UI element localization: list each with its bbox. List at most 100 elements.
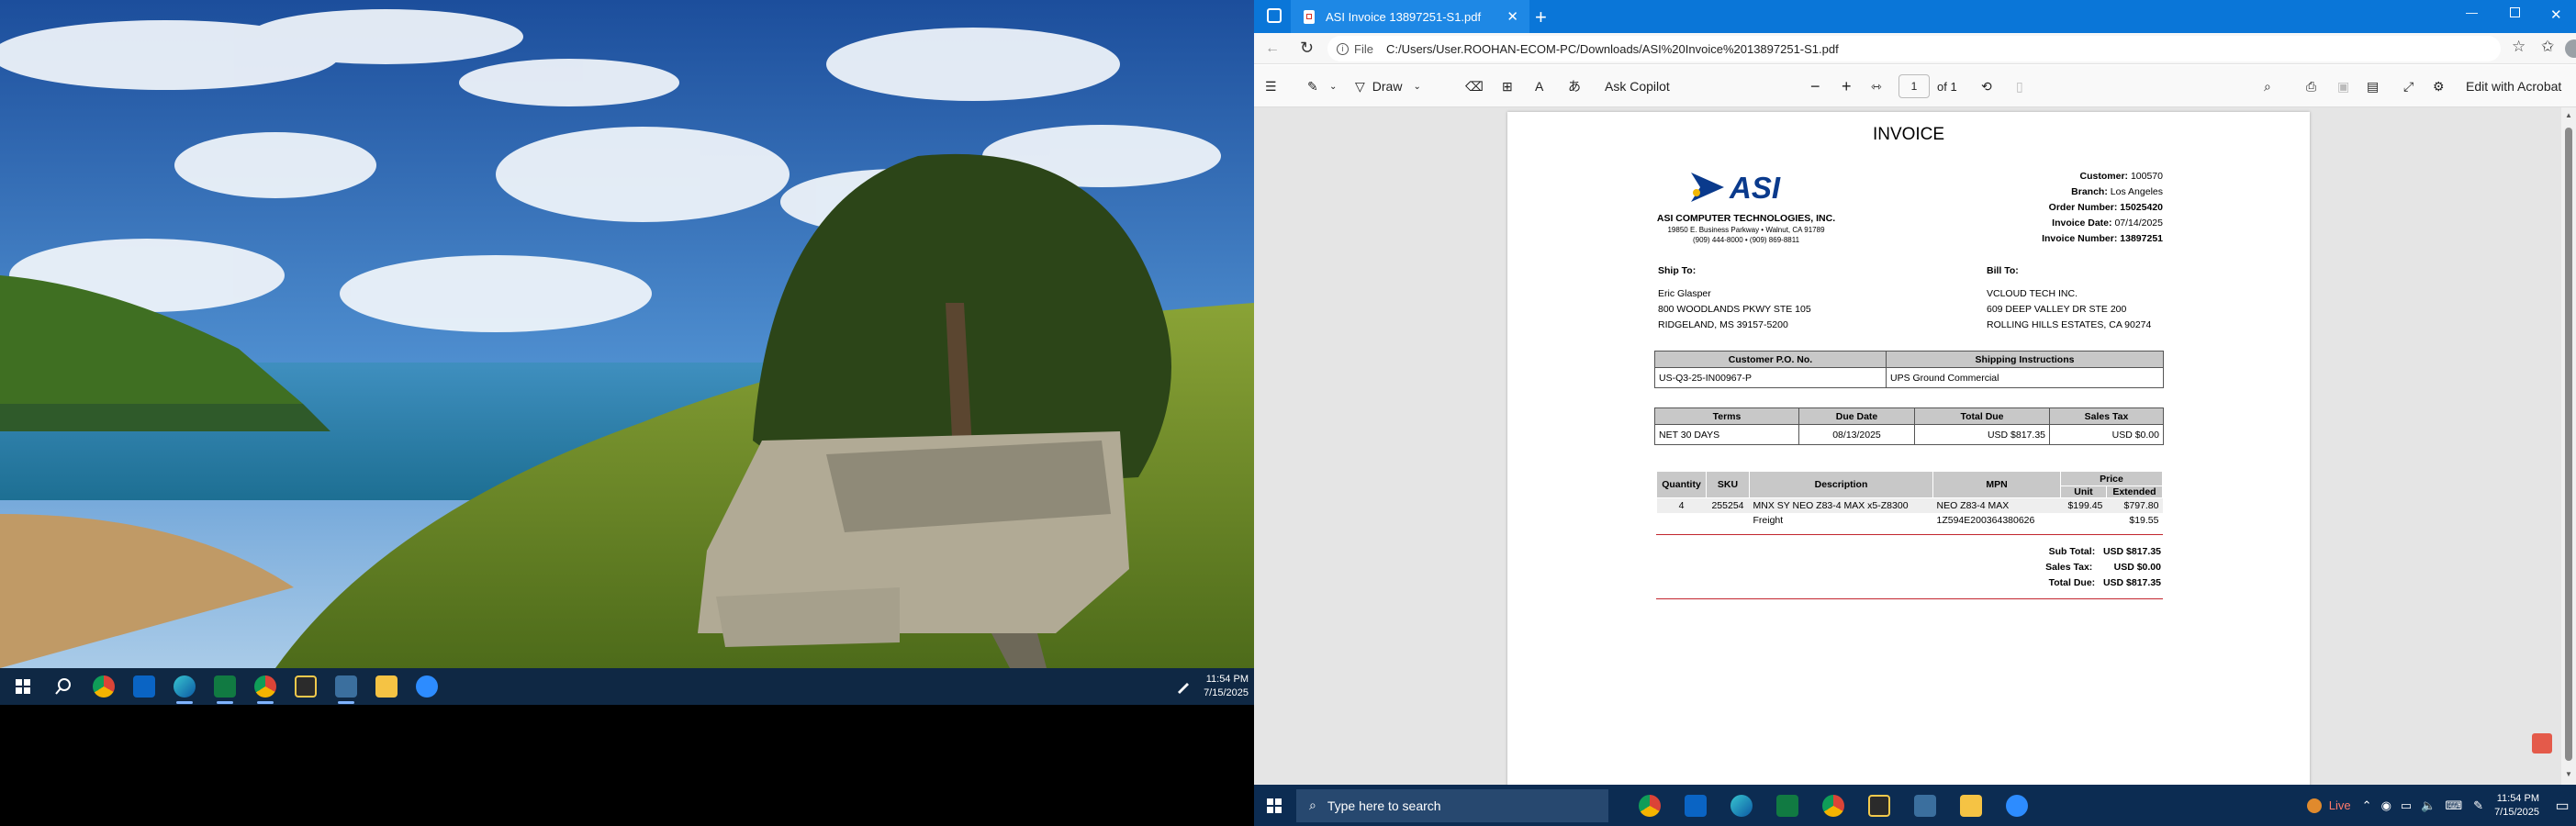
edge-icon[interactable] xyxy=(1719,794,1764,817)
red-divider-top xyxy=(1656,534,2163,535)
close-window-icon[interactable]: ✕ xyxy=(2550,6,2562,23)
right-monitor: ASI Invoice 13897251-S1.pdf ✕ + — ✕ ← ↻ … xyxy=(1254,0,2576,826)
items-table: Quantity SKU Description MPN Price Unit E… xyxy=(1656,471,2164,528)
highlight-icon[interactable]: ✎ xyxy=(1307,65,1318,107)
left-taskbar: 11:54 PM 7/15/2025 xyxy=(0,668,1254,705)
chrome-icon[interactable] xyxy=(1627,794,1673,817)
page-number-input[interactable]: 1 xyxy=(1898,74,1930,98)
contents-icon[interactable]: ☰ xyxy=(1265,65,1277,107)
left-clock[interactable]: 11:54 PM 7/15/2025 xyxy=(1204,673,1249,700)
draw-dropdown-icon[interactable]: ⌄ xyxy=(1413,82,1420,92)
salestax-value: USD $0.00 xyxy=(2113,562,2161,573)
ship-instr-value: UPS Ground Commercial xyxy=(1886,367,2164,388)
draw-button[interactable]: ▽ Draw ⌄ xyxy=(1355,65,1421,107)
ship-to-line: Eric Glasper xyxy=(1658,288,1711,299)
asi-logo: ASI xyxy=(1689,171,1809,206)
restore-icon[interactable] xyxy=(2510,7,2520,17)
pen-icon[interactable] xyxy=(1163,668,1204,705)
search-in-pdf-icon[interactable]: ⌕ xyxy=(2264,65,2271,107)
right-clock[interactable]: 11:54 PM 7/15/2025 xyxy=(2494,792,2539,820)
terms-header: Terms xyxy=(1654,407,1799,425)
sticky-notes-icon[interactable] xyxy=(1856,794,1902,817)
zoom-icon[interactable] xyxy=(407,668,447,705)
address-bar-row: ← ↻ i File C:/Users/User.ROOHAN-ECOM-PC/… xyxy=(1254,33,2576,64)
favorite-star-icon[interactable]: ☆ xyxy=(2512,38,2526,56)
order-value: 15025420 xyxy=(2120,202,2163,213)
ship-instr-header: Shipping Instructions xyxy=(1886,351,2164,368)
outlook-icon[interactable] xyxy=(124,668,164,705)
print-icon[interactable]: ⎙ xyxy=(2306,65,2316,107)
weather-widget[interactable]: Live xyxy=(2306,798,2351,813)
address-field[interactable]: i File C:/Users/User.ROOHAN-ECOM-PC/Down… xyxy=(1327,36,2501,61)
calculator-icon[interactable] xyxy=(1902,794,1948,817)
excel-icon[interactable] xyxy=(1764,794,1810,817)
branch-label: Branch: xyxy=(2071,186,2108,197)
save-as-icon[interactable]: ▤ xyxy=(2367,65,2379,107)
taskbar-search-box[interactable]: ⌕ Type here to search xyxy=(1296,788,1608,822)
start-icon[interactable] xyxy=(1254,798,1294,813)
start-icon[interactable] xyxy=(3,668,43,705)
new-tab-icon[interactable]: + xyxy=(1535,6,1547,29)
po-shipping-table: Customer P.O. No. Shipping Instructions U… xyxy=(1654,351,2164,388)
refresh-icon[interactable]: ↻ xyxy=(1300,39,1314,58)
chrome-profile-icon[interactable] xyxy=(1810,794,1856,817)
add-text-icon[interactable]: ⊞ xyxy=(1502,65,1513,107)
minimize-icon[interactable]: — xyxy=(2466,6,2478,19)
eraser-icon[interactable]: ⌫ xyxy=(1465,65,1484,107)
edge-icon[interactable] xyxy=(164,668,205,705)
excel-icon[interactable] xyxy=(205,668,245,705)
totals-block: Sub Total: USD $817.35 Sales Tax: USD $0… xyxy=(2045,544,2161,591)
chrome-profile-icon[interactable] xyxy=(245,668,286,705)
sku-header: SKU xyxy=(1706,471,1750,498)
profile-avatar[interactable] xyxy=(2565,39,2576,58)
file-explorer-icon[interactable] xyxy=(1948,794,1994,817)
chrome-icon[interactable] xyxy=(84,668,124,705)
fit-page-icon[interactable]: ⇿ xyxy=(1871,65,1882,107)
item-desc: Freight xyxy=(1749,512,1933,528)
close-tab-icon[interactable]: ✕ xyxy=(1506,8,1518,25)
draw-icon: ▽ xyxy=(1355,78,1365,94)
company-address: 19850 E. Business Parkway • Walnut, CA 9… xyxy=(1667,226,1825,234)
info-icon[interactable]: i xyxy=(1337,42,1349,55)
qty-header: Quantity xyxy=(1656,471,1707,498)
calculator-icon[interactable] xyxy=(326,668,366,705)
back-icon[interactable]: ← xyxy=(1265,40,1280,57)
zoom-icon[interactable] xyxy=(1994,794,2040,817)
network-icon[interactable]: ◉ xyxy=(2381,798,2391,813)
right-clock-date: 7/15/2025 xyxy=(2494,806,2539,818)
page-view-icon[interactable]: ▯ xyxy=(2016,65,2023,107)
edit-with-acrobat-button[interactable]: Edit with Acrobat xyxy=(2466,65,2561,107)
rotate-icon[interactable]: ⟲ xyxy=(1981,65,1992,107)
sticky-notes-icon[interactable] xyxy=(286,668,326,705)
show-hidden-icons[interactable]: ⌃ xyxy=(2362,798,2372,813)
pen-icon[interactable]: ✎ xyxy=(2473,798,2483,813)
display-icon[interactable]: ▭ xyxy=(2401,798,2412,813)
scroll-down-icon[interactable]: ▼ xyxy=(2565,770,2572,778)
highlight-dropdown-icon[interactable]: ⌄ xyxy=(1329,65,1337,107)
zoom-in-icon[interactable]: + xyxy=(1842,65,1852,107)
read-aloud-icon[interactable]: A xyxy=(1535,65,1543,107)
notifications-icon[interactable]: ▭ xyxy=(2548,785,2576,826)
settings-icon[interactable]: ⚙ xyxy=(2433,65,2445,107)
volume-icon[interactable]: 🔈 xyxy=(2421,798,2436,813)
zoom-out-icon[interactable]: − xyxy=(1810,65,1820,107)
language-icon[interactable]: ⌨ xyxy=(2445,798,2462,813)
favorites-icon[interactable]: ✩ xyxy=(2541,38,2554,56)
totaldue-value: USD $817.35 xyxy=(2102,577,2161,588)
outlook-icon[interactable] xyxy=(1673,794,1719,817)
ask-copilot-button[interactable]: Ask Copilot xyxy=(1605,65,1670,107)
scroll-up-icon[interactable]: ▲ xyxy=(2565,111,2572,119)
search-icon[interactable] xyxy=(43,668,84,705)
browser-tab[interactable]: ASI Invoice 13897251-S1.pdf ✕ xyxy=(1291,0,1529,33)
acrobat-icon[interactable] xyxy=(2532,733,2552,753)
sidebar-toggle-icon[interactable] xyxy=(1267,8,1282,23)
translate-icon[interactable]: あ xyxy=(1568,65,1581,107)
save-icon[interactable]: ▣ xyxy=(2337,65,2349,107)
item-mpn: NEO Z83-4 MAX xyxy=(1932,497,2061,513)
fullscreen-icon[interactable]: ⤢ xyxy=(2403,65,2414,107)
pdf-toolbar: ☰ ✎ ⌄ ▽ Draw ⌄ ⌫ ⊞ A あ Ask Copilot − + ⇿ 1… xyxy=(1254,65,2576,107)
scroll-thumb[interactable] xyxy=(2565,128,2572,761)
file-explorer-icon[interactable] xyxy=(366,668,407,705)
bill-to-line: 609 DEEP VALLEY DR STE 200 xyxy=(1987,304,2127,315)
vertical-scrollbar[interactable]: ▲ ▼ xyxy=(2561,107,2576,785)
